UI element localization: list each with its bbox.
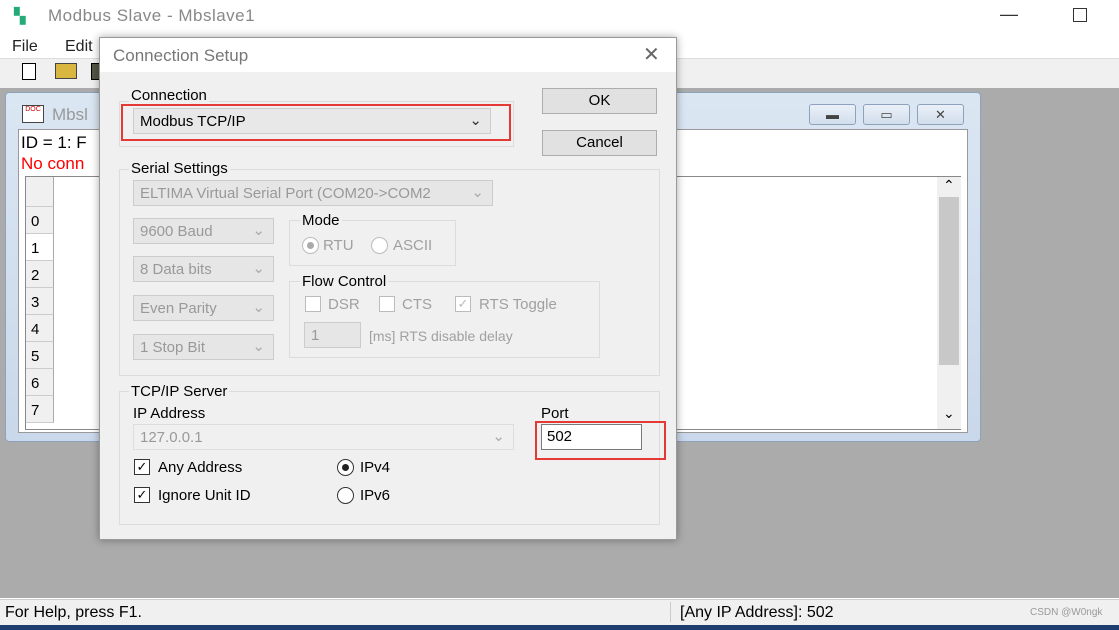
watermark: CSDN @W0ngk [1030,607,1103,618]
help-text: For Help, press F1. [5,604,142,621]
baud-select[interactable]: 9600 Baud ⌄ [133,218,274,244]
chevron-down-icon: ⌄ [252,299,265,316]
child-close-button[interactable]: ✕ [917,104,964,125]
port-label: Port [541,405,569,422]
parity-select[interactable]: Even Parity ⌄ [133,295,274,321]
stop-bits-select[interactable]: 1 Stop Bit ⌄ [133,334,274,360]
rts-delay-label: [ms] RTS disable delay [369,328,513,344]
ip-address-value: 127.0.0.1 [140,429,203,446]
row-header[interactable]: 3 [26,288,54,315]
rts-toggle-checkbox[interactable]: ✓ [455,296,471,312]
any-address-checkbox[interactable]: ✓ [134,459,150,475]
row-header[interactable]: 1 [26,234,54,261]
menu-edit[interactable]: Edit [65,38,93,56]
rtu-radio[interactable] [302,237,319,254]
ok-button[interactable]: OK [542,88,657,114]
mode-label: Mode [300,212,342,229]
serial-port-value: ELTIMA Virtual Serial Port (COM20->COM2 [140,185,431,202]
ipv6-radio[interactable] [337,487,354,504]
taskbar [0,625,1119,630]
row-header[interactable]: 7 [26,396,54,423]
child-minimize-button[interactable]: ▬ [809,104,856,125]
baud-value: 9600 Baud [140,223,213,240]
chevron-down-icon: ⌄ [252,338,265,355]
serial-port-select[interactable]: ELTIMA Virtual Serial Port (COM20->COM2 ⌄ [133,180,493,206]
vertical-scrollbar[interactable]: ⌃ ⌄ [937,177,961,429]
data-bits-value: 8 Data bits [140,261,212,278]
chevron-down-icon: ⌄ [492,428,505,445]
row-header[interactable]: 6 [26,369,54,396]
row-header[interactable]: 0 [26,207,54,234]
maximize-button[interactable] [1073,8,1087,22]
app-icon: ▚ [14,8,26,25]
scroll-up-icon[interactable]: ⌃ [943,177,955,194]
connection-status: No conn [21,154,85,173]
minimize-button[interactable]: — [1000,4,1018,25]
app-title: Modbus Slave - Mbslave1 [48,6,256,25]
chevron-down-icon: ⌄ [252,260,265,277]
rts-delay-input[interactable]: 1 [304,322,361,348]
slave-id-line: ID = 1: F [21,133,87,152]
rtu-label: RTU [323,237,354,254]
ascii-radio[interactable] [371,237,388,254]
app-title-bar: ▚ Modbus Slave - Mbslave1 — [0,0,1119,34]
ipv4-label: IPv4 [360,459,391,476]
ip-address-select[interactable]: 127.0.0.1 ⌄ [133,424,514,450]
grid-corner [26,177,54,207]
ascii-label: ASCII [393,237,433,254]
row-header[interactable]: 2 [26,261,54,288]
stop-bits-value: 1 Stop Bit [140,339,206,356]
port-highlight-box [535,421,666,460]
row-header[interactable]: 4 [26,315,54,342]
chevron-down-icon: ⌄ [252,222,265,239]
status-bar: For Help, press F1. [Any IP Address]: 50… [0,599,1119,625]
open-folder-icon[interactable] [55,63,77,79]
child-restore-button[interactable]: ▭ [863,104,910,125]
scroll-thumb[interactable] [939,197,959,365]
any-address-label: Any Address [158,459,243,476]
row-header[interactable]: 5 [26,342,54,369]
ipv6-label: IPv6 [360,487,391,504]
serial-settings-label: Serial Settings [129,160,230,177]
menu-file[interactable]: File [12,38,38,56]
cancel-button[interactable]: Cancel [542,130,657,156]
flow-control-label: Flow Control [300,273,389,290]
ignore-unit-id-label: Ignore Unit ID [158,487,251,504]
connection-status-text: [Any IP Address]: 502 [680,604,834,621]
dialog-close-icon[interactable]: ✕ [643,42,660,67]
dialog-title: Connection Setup [113,46,249,65]
new-file-icon[interactable] [22,63,36,80]
dialog-title-bar: Connection Setup ✕ [100,38,676,72]
parity-value: Even Parity [140,300,217,317]
ip-address-label: IP Address [133,405,206,422]
highlight-box [121,104,511,141]
scroll-down-icon[interactable]: ⌄ [943,405,955,422]
status-divider [670,602,671,622]
doc-icon: DOC [22,105,44,123]
dsr-checkbox[interactable] [305,296,321,312]
chevron-down-icon: ⌄ [471,184,484,201]
connection-label: Connection [129,87,209,104]
cts-label: CTS [402,296,432,313]
ipv4-radio[interactable] [337,459,354,476]
tcp-ip-label: TCP/IP Server [129,383,230,400]
data-bits-select[interactable]: 8 Data bits ⌄ [133,256,274,282]
ignore-unit-id-checkbox[interactable]: ✓ [134,487,150,503]
cts-checkbox[interactable] [379,296,395,312]
dsr-label: DSR [328,296,360,313]
rts-toggle-label: RTS Toggle [479,296,557,313]
child-title: Mbsl [52,105,88,124]
connection-setup-dialog: Connection Setup ✕ Connection Modbus TCP… [99,37,677,540]
